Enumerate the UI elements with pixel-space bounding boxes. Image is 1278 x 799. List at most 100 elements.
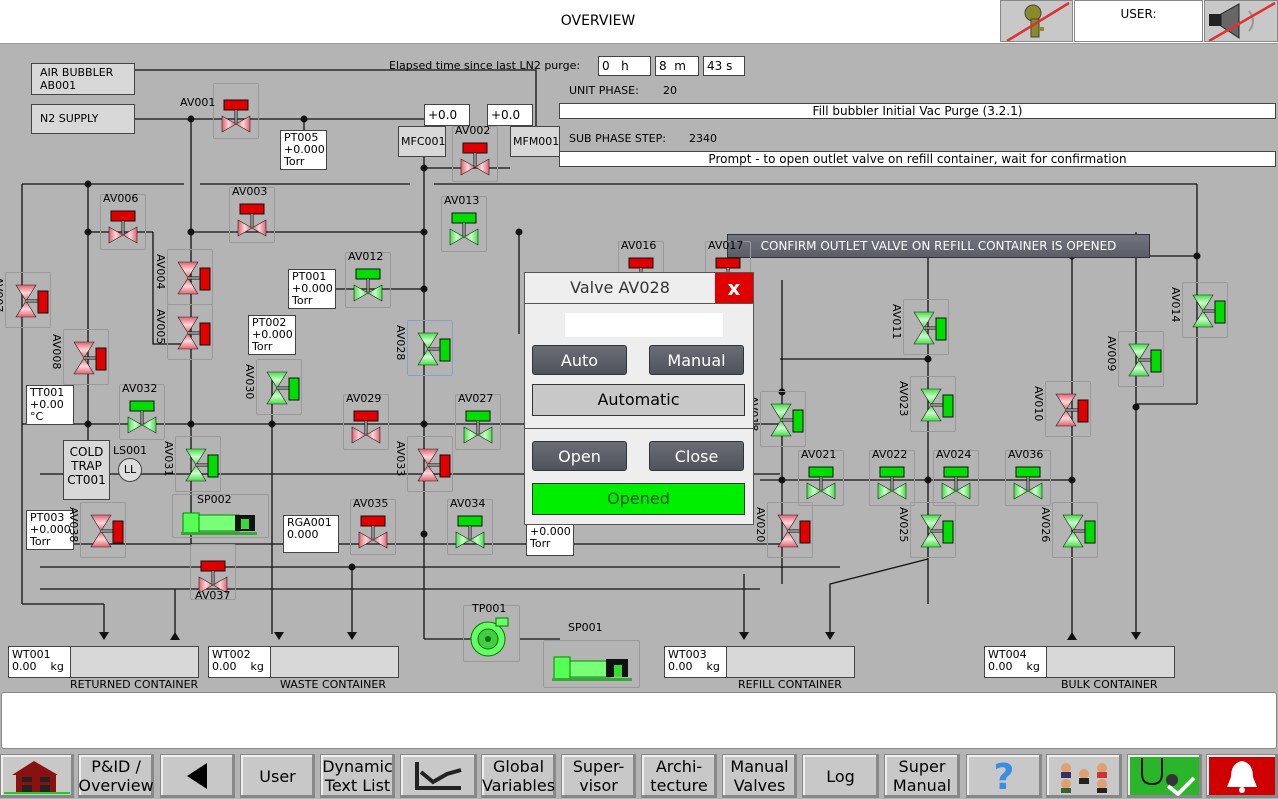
valve-label: AV033 bbox=[394, 441, 407, 477]
pt001-sensor[interactable]: PT001 +0.000 Torr bbox=[288, 269, 336, 309]
valve-av033[interactable]: AV033 bbox=[394, 436, 453, 492]
valve-label: AV012 bbox=[348, 250, 384, 263]
valve-closed-icon bbox=[230, 200, 274, 244]
valve-av037[interactable]: AV037 bbox=[190, 544, 236, 602]
valve-av027[interactable]: AV027 bbox=[455, 392, 501, 450]
global-variables-button[interactable]: Global Variables bbox=[481, 754, 556, 798]
valve-label: AV003 bbox=[232, 185, 268, 198]
valve-av018[interactable]: AV018 bbox=[747, 391, 806, 447]
valve-av003[interactable]: AV003 bbox=[229, 185, 275, 244]
valve-av031[interactable]: AV031 bbox=[162, 436, 221, 492]
bulk-container[interactable]: WT004 0.00 kg bbox=[984, 646, 1175, 678]
valve-av012[interactable]: AV012 bbox=[345, 250, 391, 308]
valve-av022[interactable]: AV022 bbox=[869, 448, 915, 506]
user-button[interactable]: User bbox=[240, 754, 315, 798]
valve-av005[interactable]: AV005 bbox=[154, 304, 213, 360]
valve-label: AV005 bbox=[154, 309, 167, 345]
valve-label: AV016 bbox=[621, 239, 657, 252]
manual-valves-button[interactable]: Manual Valves bbox=[722, 754, 797, 798]
n2-supply[interactable]: N2 SUPPLY bbox=[31, 104, 135, 134]
refill-container[interactable]: WT003 0.00 kg bbox=[664, 646, 855, 678]
valve-av006[interactable]: AV006 bbox=[100, 192, 146, 251]
valve-av009[interactable]: AV009 bbox=[1105, 331, 1164, 387]
valve-label: AV031 bbox=[162, 441, 175, 477]
sp001-pump[interactable]: SP001 bbox=[543, 621, 640, 688]
auto-mode-button[interactable]: Auto bbox=[532, 345, 627, 375]
ls001-level-indicator[interactable]: LL bbox=[118, 458, 142, 482]
tt001-sensor[interactable]: TT001 +0.00 °C bbox=[26, 385, 74, 425]
valve-av010[interactable]: AV010 bbox=[1032, 381, 1091, 437]
ls001-label: LS001 bbox=[113, 444, 148, 457]
valve-av035[interactable]: AV035 bbox=[350, 497, 396, 556]
close-valve-button[interactable]: Close bbox=[649, 441, 744, 471]
valve-av001[interactable]: AV001 bbox=[180, 83, 259, 139]
cold-trap-ct001[interactable]: COLD TRAP CT001 bbox=[63, 440, 110, 500]
sp002-pump[interactable]: SP002 bbox=[172, 493, 269, 538]
air-bubbler-ab001[interactable]: AIR BUBBLER AB001 bbox=[31, 63, 135, 95]
dynamic-text-list-button[interactable]: Dynamic Text List bbox=[320, 754, 395, 798]
valve-av014[interactable]: AV014 bbox=[1169, 282, 1228, 338]
returned-container[interactable]: WT001 0.00 kg bbox=[8, 646, 199, 678]
back-button[interactable] bbox=[160, 754, 235, 798]
login-button[interactable] bbox=[1000, 0, 1073, 43]
architecture-button[interactable]: Archi- tecture bbox=[641, 754, 717, 798]
unit-phase-label: UNIT PHASE: bbox=[569, 84, 639, 97]
wt001-readout: WT001 0.00 kg bbox=[9, 647, 71, 677]
sound-toggle-button[interactable] bbox=[1204, 0, 1278, 43]
users-network-button[interactable] bbox=[1046, 754, 1122, 798]
valve-av020[interactable]: AV020 bbox=[754, 502, 813, 558]
trends-button[interactable] bbox=[400, 754, 477, 798]
dialog-close-button[interactable]: x bbox=[715, 273, 753, 303]
home-button[interactable] bbox=[0, 754, 74, 798]
valve-closed-icon bbox=[351, 512, 395, 556]
help-button[interactable]: ? bbox=[966, 754, 1042, 798]
mfc001[interactable]: MFC001 bbox=[398, 126, 446, 157]
diagnostics-button[interactable] bbox=[1127, 754, 1202, 798]
pid-overview-button[interactable]: P&ID / Overview bbox=[78, 754, 154, 798]
log-button[interactable]: Log bbox=[802, 754, 879, 798]
valve-av028[interactable]: AV028 bbox=[394, 320, 453, 376]
valve-av030[interactable]: AV030 bbox=[243, 359, 302, 415]
valve-open-icon bbox=[1187, 289, 1227, 337]
valve-av007[interactable]: AV007 bbox=[0, 272, 51, 328]
valve-open-icon bbox=[908, 306, 948, 354]
confirm-outlet-valve-button[interactable]: CONFIRM OUTLET VALVE ON REFILL CONTAINER… bbox=[727, 234, 1150, 258]
valve-status: Opened bbox=[532, 483, 745, 515]
valve-av024[interactable]: AV024 bbox=[933, 448, 979, 506]
wt003-readout: WT003 0.00 kg bbox=[665, 647, 727, 677]
valve-av008[interactable]: AV008 bbox=[50, 329, 109, 385]
valve-av002[interactable]: AV002 bbox=[452, 124, 498, 182]
mfm001[interactable]: MFM001 bbox=[510, 126, 560, 157]
waste-container[interactable]: WT002 0.00 kg bbox=[208, 646, 399, 678]
sp001-label: SP001 bbox=[568, 621, 603, 634]
valve-av034[interactable]: AV034 bbox=[447, 497, 493, 555]
rga001-analyzer[interactable]: RGA001 0.000 bbox=[283, 515, 339, 553]
valve-av023[interactable]: AV023 bbox=[897, 376, 956, 432]
valve-av026[interactable]: AV026 bbox=[1039, 502, 1098, 558]
valve-av025[interactable]: AV025 bbox=[897, 502, 956, 558]
valve-av032[interactable]: AV032 bbox=[119, 382, 165, 440]
manual-mode-button[interactable]: Manual bbox=[649, 345, 744, 375]
tp001-turbo-pump[interactable]: TP001 bbox=[463, 602, 520, 662]
supervisor-button[interactable]: Super- visor bbox=[561, 754, 636, 798]
valve-av004[interactable]: AV004 bbox=[154, 249, 213, 305]
pt002-sensor[interactable]: PT002 +0.000 Torr bbox=[248, 315, 296, 355]
valve-label: AV023 bbox=[897, 381, 910, 417]
open-valve-button[interactable]: Open bbox=[532, 441, 627, 471]
valve-av021[interactable]: AV021 bbox=[798, 448, 844, 506]
valve-label: AV013 bbox=[444, 194, 480, 207]
valve-av036[interactable]: AV036 bbox=[1005, 448, 1051, 507]
valve-av011[interactable]: AV011 bbox=[890, 299, 949, 355]
valve-av013[interactable]: AV013 bbox=[441, 194, 487, 252]
valve-av038[interactable]: AV038 bbox=[67, 502, 126, 558]
elapsed-seconds: 43 s bbox=[703, 56, 745, 76]
pt005-sensor[interactable]: PT005 +0.000 Torr bbox=[280, 130, 327, 170]
valve-open-icon bbox=[1006, 463, 1050, 507]
super-manual-button[interactable]: Super Manual bbox=[884, 754, 960, 798]
valve-closed-icon bbox=[172, 311, 212, 359]
alarms-button[interactable] bbox=[1206, 754, 1278, 798]
valve-closed-icon bbox=[101, 207, 145, 251]
valve-av029[interactable]: AV029 bbox=[343, 392, 389, 450]
valve-open-icon bbox=[261, 366, 301, 414]
help-question-icon: ? bbox=[994, 757, 1015, 795]
